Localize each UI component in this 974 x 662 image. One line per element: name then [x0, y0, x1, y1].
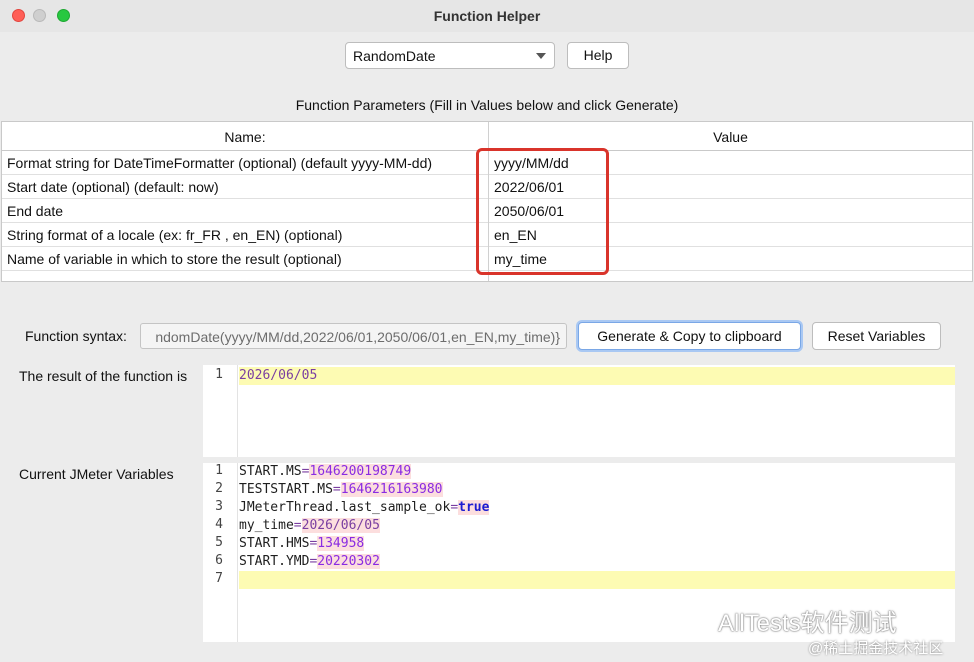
generate-copy-button[interactable]: Generate & Copy to clipboard [578, 322, 801, 350]
variable-value: 1646200198749 [309, 464, 412, 479]
params-caption: Function Parameters (Fill in Values belo… [295, 97, 679, 113]
variable-line: JMeterThread.last_sample_ok=true [239, 499, 490, 517]
line-number: 1 [215, 367, 223, 382]
line-number: 3 [215, 499, 223, 514]
line-number: 4 [215, 517, 223, 532]
variable-line: TESTSTART.MS=1646216163980 [239, 481, 443, 499]
variable-line: START.MS=1646200198749 [239, 463, 412, 481]
line-number: 6 [215, 553, 223, 568]
result-line: 2026/06/05 [239, 367, 317, 385]
variable-value: 1646216163980 [340, 482, 443, 497]
variable-key: JMeterThread.last_sample_ok [239, 500, 451, 515]
variable-value: 2026/06/05 [301, 518, 380, 533]
header-value: Value [713, 129, 748, 145]
title-bar: Function Helper [0, 0, 974, 32]
watermark-text: AllTests软件测试 [718, 610, 897, 637]
equals-sign: = [293, 518, 302, 533]
variable-value: 134958 [317, 536, 365, 551]
function-syntax-label: Function syntax: [25, 328, 127, 344]
current-line-highlight [239, 367, 955, 385]
line-number-gutter: 1 2 3 4 5 6 7 [203, 463, 238, 642]
line-number: 1 [215, 463, 223, 478]
param-name: Start date (optional) (default: now) [7, 179, 219, 195]
variable-key: TESTSTART.MS [239, 482, 333, 497]
variables-label: Current JMeter Variables [19, 466, 174, 482]
help-button[interactable]: Help [567, 42, 629, 69]
result-label: The result of the function is [19, 368, 188, 384]
current-line-highlight [239, 571, 955, 589]
result-value: 2026/06/05 [239, 368, 318, 383]
header-name: Name: [224, 129, 266, 145]
line-number: 7 [215, 571, 223, 586]
variable-value: true [458, 500, 490, 515]
variable-line: START.HMS=134958 [239, 535, 365, 553]
variable-key: START.MS [239, 464, 302, 479]
function-select-value: RandomDate [353, 48, 436, 64]
function-syntax-field[interactable]: ndomDate(yyyy/MM/dd,2022/06/01,2050/06/0… [140, 323, 567, 349]
variable-key: my_time [239, 518, 294, 533]
chevron-down-icon [536, 53, 546, 59]
window-title: Function Helper [433, 8, 541, 24]
line-number: 5 [215, 535, 223, 550]
param-name: Name of variable in which to store the r… [7, 251, 342, 267]
line-number-gutter: 1 [203, 365, 238, 457]
value-highlight-annotation [476, 148, 609, 275]
reset-variables-button[interactable]: Reset Variables [812, 322, 941, 350]
line-number: 2 [215, 481, 223, 496]
param-name: String format of a locale (ex: fr_FR , e… [7, 227, 343, 243]
variable-key: START.YMD [239, 554, 310, 569]
watermark-subtext: @稀土掘金技术社区 [808, 640, 944, 657]
result-editor[interactable]: 1 2026/06/05 [203, 365, 955, 457]
variable-line: my_time=2026/06/05 [239, 517, 380, 535]
table-header: Name: Value [2, 122, 972, 151]
variable-line: START.YMD=20220302 [239, 553, 380, 571]
equals-sign: = [450, 500, 459, 515]
param-name: Format string for DateTimeFormatter (opt… [7, 155, 433, 171]
param-name: End date [7, 203, 64, 219]
function-select[interactable]: RandomDate [345, 42, 555, 69]
function-syntax-text: ndomDate(yyyy/MM/dd,2022/06/01,2050/06/0… [155, 329, 560, 345]
variable-key: START.HMS [239, 536, 310, 551]
equals-sign: = [332, 482, 341, 497]
variable-value: 20220302 [317, 554, 380, 569]
